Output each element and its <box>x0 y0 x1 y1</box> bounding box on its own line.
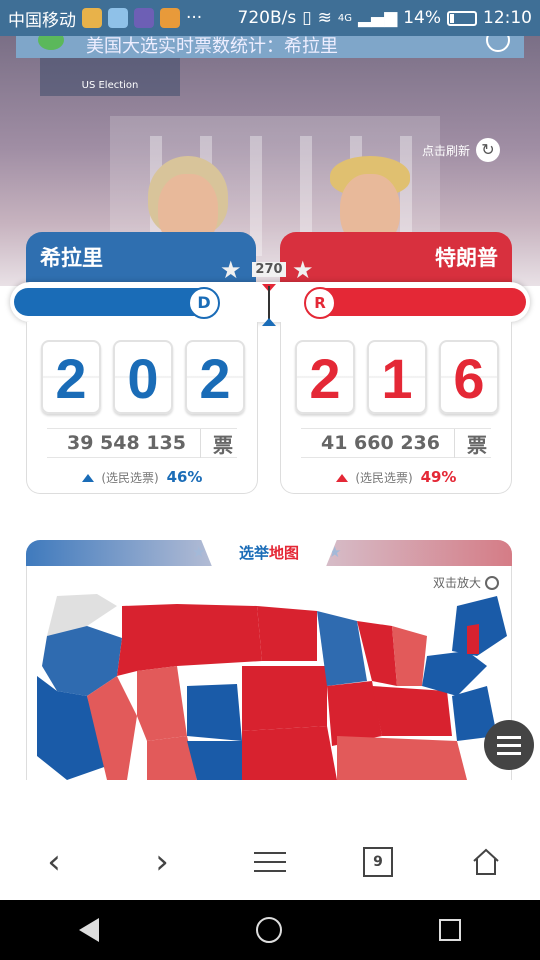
popular-votes-right: 41 660 236 票 <box>301 428 491 458</box>
vote-percent-left: (选民选票) 46% <box>27 468 257 486</box>
carrier-name: 中国移动 <box>8 10 76 31</box>
menu-icon <box>254 852 286 872</box>
map-region-red <box>177 604 262 666</box>
threshold-label: 270 <box>252 262 286 277</box>
zoom-icon <box>485 575 499 590</box>
network-speed: 720B/s <box>237 8 297 28</box>
wifi-icon: ≋ <box>317 8 332 28</box>
map-region-red <box>467 624 479 654</box>
digit: 2 <box>185 340 245 414</box>
zoom-hint: 双击放大 <box>433 574 499 591</box>
system-navigation-bar <box>0 900 540 960</box>
map-region-red <box>242 726 337 780</box>
popular-votes-value: 41 660 236 <box>321 432 440 454</box>
popular-votes-value: 39 548 135 <box>67 432 186 454</box>
votes-unit: 票 <box>200 428 233 458</box>
forward-button[interactable]: › <box>135 835 189 889</box>
star-icon: ★ <box>292 256 314 284</box>
election-map-section: ★ ★ 选举地图 双击放大 <box>26 540 512 780</box>
app-notification-icon <box>160 8 180 28</box>
close-icon[interactable] <box>486 36 510 52</box>
floating-menu-button[interactable] <box>484 720 534 770</box>
progress-fill-left <box>14 288 206 316</box>
digit: 1 <box>367 340 427 414</box>
candidate-tab-clinton: 希拉里 ★ <box>26 232 256 284</box>
app-notification-icon <box>134 8 154 28</box>
chevron-right-icon: › <box>155 842 169 882</box>
electoral-digits-right: 2 1 6 <box>295 340 499 414</box>
digit: 6 <box>439 340 499 414</box>
map-region-lightred <box>392 626 427 686</box>
candidate-name-right: 特朗普 <box>435 246 498 270</box>
us-states-map[interactable] <box>27 566 512 780</box>
digit: 2 <box>295 340 355 414</box>
digit: 2 <box>41 340 101 414</box>
us-map[interactable]: 双击放大 <box>26 566 512 780</box>
signal-icon: ▂▄▆ <box>357 8 398 28</box>
vote-percent-right: (选民选票) 49% <box>281 468 511 486</box>
battery-percent: 14% <box>403 8 441 28</box>
map-region-lightred <box>337 736 467 780</box>
map-region-blue <box>452 596 507 656</box>
home-icon <box>473 848 499 875</box>
notice-bar[interactable]: 美国大选实时票数统计：希拉里 <box>16 36 524 58</box>
vote-percent-value: 46% <box>166 468 203 486</box>
browser-toolbar: ‹ › 9 <box>0 824 540 900</box>
candidate-name-left: 希拉里 <box>40 246 103 270</box>
electoral-digits-left: 2 0 2 <box>41 340 245 414</box>
more-notifications: ··· <box>186 8 203 28</box>
tab-count: 9 <box>363 847 393 877</box>
star-icon: ★ <box>220 256 242 284</box>
refresh-icon: ↻ <box>476 138 500 162</box>
map-region-lightred <box>137 666 187 741</box>
candidate-card-left: 2 0 2 39 548 135 票 (选民选票) 46% <box>26 322 258 494</box>
map-region-red <box>242 666 327 731</box>
system-back-icon[interactable] <box>78 918 99 942</box>
republican-icon: R <box>304 287 336 319</box>
vibrate-icon: ▯ <box>302 8 312 28</box>
democrat-icon: D <box>188 287 220 319</box>
popular-votes-left: 39 548 135 票 <box>47 428 237 458</box>
tabs-button[interactable]: 9 <box>351 835 405 889</box>
candidate-card-right: 2 1 6 41 660 236 票 (选民选票) 49% <box>280 322 512 494</box>
notice-text: 美国大选实时票数统计：希拉里 <box>86 36 338 57</box>
refresh-button[interactable]: 点击刷新 ↻ <box>422 138 500 162</box>
hero-banner: 美国大选实时票数统计：希拉里 US Election 点击刷新 ↻ 希拉里 ★ … <box>0 36 540 286</box>
map-region-blue <box>187 684 242 741</box>
threshold-marker-bottom <box>262 318 276 326</box>
map-region-red <box>257 606 317 661</box>
map-region-red <box>372 686 452 736</box>
up-triangle-icon <box>81 474 94 482</box>
app-notification-icon <box>108 8 128 28</box>
vote-percent-value: 49% <box>420 468 457 486</box>
up-triangle-icon <box>335 474 348 482</box>
app-notification-icon <box>82 8 102 28</box>
system-home-icon[interactable] <box>255 917 282 943</box>
digit: 0 <box>113 340 173 414</box>
clock: 12:10 <box>483 8 532 28</box>
back-button[interactable]: ‹ <box>27 835 81 889</box>
status-bar: 中国移动 ··· 720B/s ▯ ≋ 4G ▂▄▆ 14% 12:10 <box>0 0 540 36</box>
battery-icon <box>447 10 477 26</box>
star-icon: ★ <box>192 543 206 561</box>
map-region-red <box>117 604 177 676</box>
check-icon <box>38 36 64 50</box>
us-election-logo: US Election <box>40 58 180 96</box>
network-type: 4G <box>337 12 352 24</box>
candidate-tab-trump: ★ 特朗普 <box>280 232 512 284</box>
home-button[interactable] <box>459 835 513 889</box>
progress-fill-right <box>320 288 526 316</box>
menu-button[interactable] <box>243 835 297 889</box>
system-recents-icon[interactable] <box>439 919 462 941</box>
votes-unit: 票 <box>454 428 487 458</box>
chevron-left-icon: ‹ <box>47 842 61 882</box>
